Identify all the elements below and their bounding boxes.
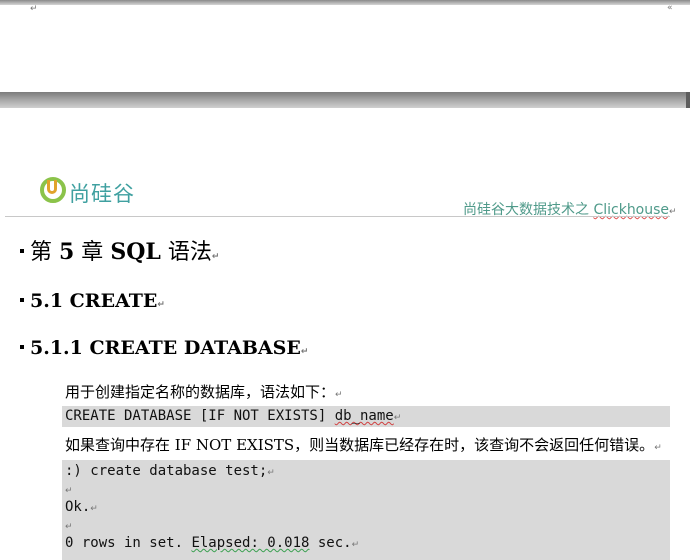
code-line: ↵ [65, 481, 73, 497]
company-logo: 尚硅谷 [40, 176, 150, 208]
description-text: 如果查询中存在 IF NOT EXISTS，则当数据库已经存在时，该查询不会返回… [65, 436, 655, 454]
code-line: :) create database test;↵ [65, 463, 275, 479]
paragraph-mark: ↵ [211, 252, 220, 262]
paragraph-mark: ↵ [393, 413, 402, 423]
syntax-code-block: CREATE DATABASE [IF NOT EXISTS] db_name↵ [62, 406, 670, 427]
code-text: :) create database test; [65, 463, 268, 479]
code-line: Ok.↵ [65, 499, 98, 515]
chapter-title: SQL [110, 239, 161, 265]
chapter-prefix: 第 [30, 240, 59, 265]
logo-u-icon [47, 180, 57, 194]
section-title: 5.1 CREATE [30, 290, 158, 312]
subsection-heading: 5.1.1 CREATE DATABASE↵ [20, 337, 308, 359]
code-text: 0 rows in set. [65, 535, 192, 551]
page-edge [0, 0, 690, 5]
paragraph-mark: ↵ [65, 522, 73, 532]
paragraph-mark: « [667, 3, 673, 13]
chapter-heading: 第 5 章 SQL 语法↵ [20, 234, 219, 266]
syntax-text: CREATE DATABASE [IF NOT EXISTS] [65, 408, 335, 424]
paragraph-mark: ↵ [90, 504, 98, 514]
code-line: ↵ [65, 517, 73, 533]
intro-paragraph: 用于创建指定名称的数据库，语法如下：↵ [65, 381, 343, 402]
chapter-number: 5 [59, 239, 75, 265]
chapter-suffix: 语法 [160, 240, 212, 265]
header-rule [5, 216, 670, 217]
heading-bullet-icon [20, 345, 24, 349]
paragraph-mark: ↵ [267, 468, 275, 478]
heading-bullet-icon [20, 298, 24, 302]
previous-page-bottom: ↵ « [0, 0, 690, 92]
syntax-argument: db_name [334, 408, 394, 424]
paragraph-mark: ↵ [654, 443, 662, 453]
intro-text: 用于创建指定名称的数据库，语法如下： [65, 383, 336, 401]
paragraph-mark: ↵ [351, 540, 360, 550]
section-heading: 5.1 CREATE↵ [20, 290, 165, 312]
logo-text: 尚硅谷 [69, 182, 135, 206]
elapsed-text: Elapsed: 0.018 [191, 535, 310, 551]
page-shadow [686, 92, 690, 108]
code-text: sec. [309, 535, 352, 551]
chapter-word: 章 [74, 240, 111, 265]
paragraph-mark: ↵ [335, 390, 343, 400]
paragraph-mark: ↵ [157, 300, 165, 310]
page-gap [0, 92, 690, 108]
paragraph-mark: ↵ [30, 4, 38, 14]
paragraph-mark: ↵ [669, 207, 677, 217]
code-line: 0 rows in set. Elapsed: 0.018 sec.↵ [65, 535, 359, 551]
heading-bullet-icon [20, 249, 24, 253]
code-line: CREATE DATABASE [IF NOT EXISTS] db_name↵ [65, 408, 401, 424]
subsection-title: 5.1.1 CREATE DATABASE [30, 337, 301, 359]
paragraph-mark: ↵ [65, 486, 73, 496]
paragraph-mark: ↵ [300, 347, 309, 357]
description-paragraph: 如果查询中存在 IF NOT EXISTS，则当数据库已经存在时，该查询不会返回… [65, 434, 662, 455]
example-code-block: :) create database test;↵ ↵ Ok.↵ ↵ 0 row… [62, 460, 670, 560]
code-text: Ok. [65, 499, 91, 515]
